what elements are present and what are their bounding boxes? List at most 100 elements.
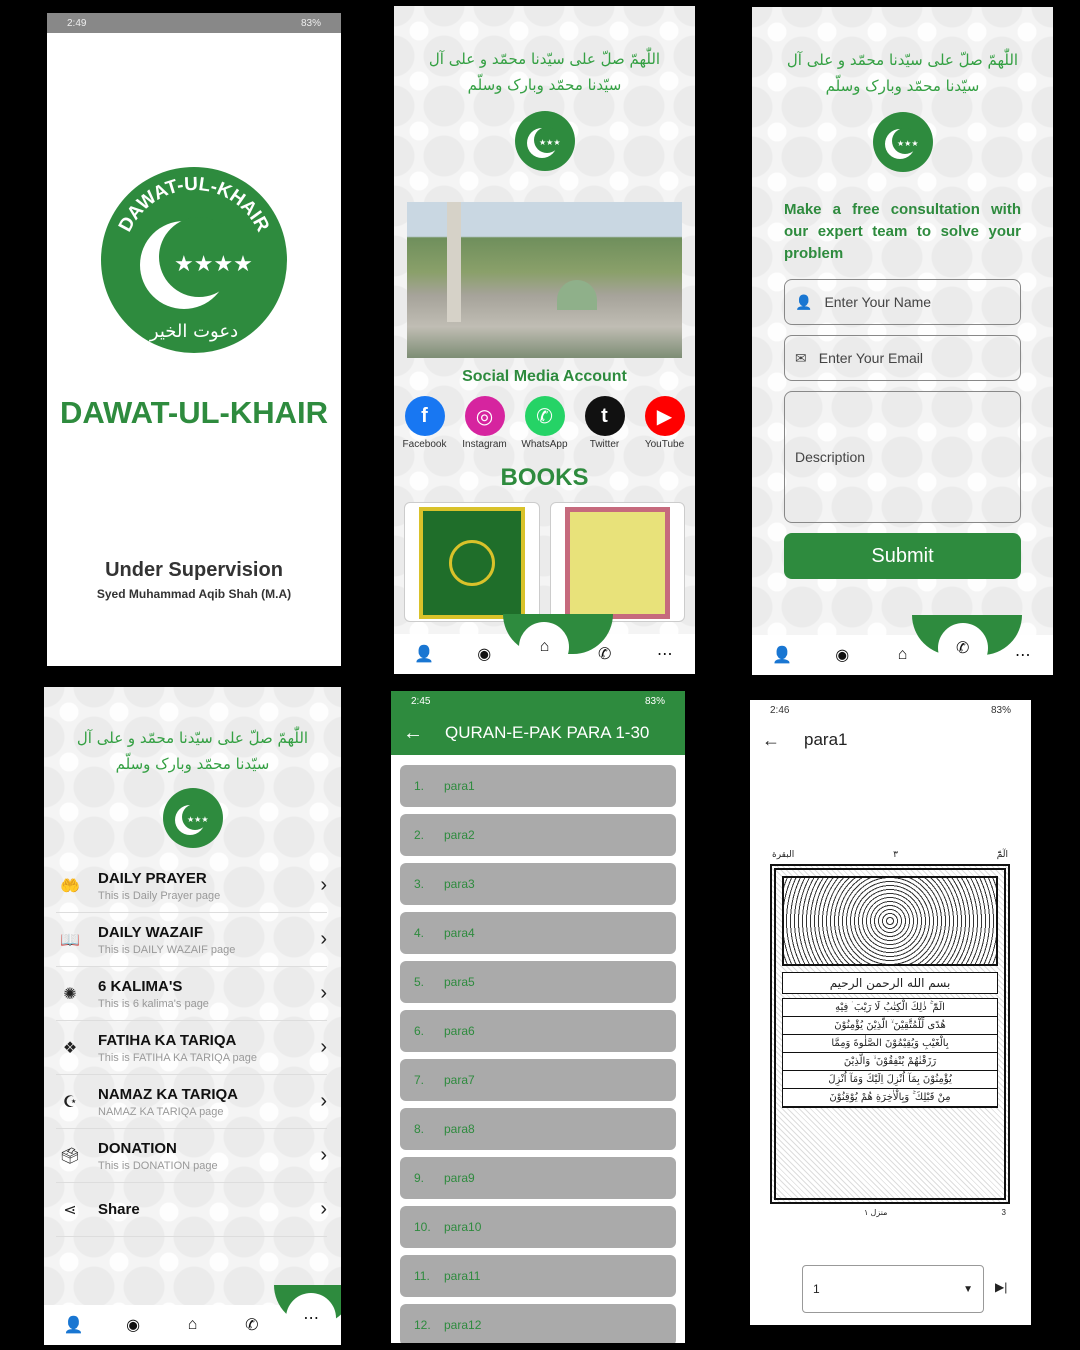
para-row[interactable]: 9. para9	[400, 1157, 676, 1199]
book-icon: 📖	[60, 931, 80, 949]
para-number: 6.	[414, 1024, 425, 1038]
para-row[interactable]: 12. para12	[400, 1304, 676, 1343]
para-row[interactable]: 1. para1	[400, 765, 676, 807]
menu-item-text: 6 KALIMA'S This is 6 kalima's page	[98, 978, 320, 1010]
para-row[interactable]: 8. para8	[400, 1108, 676, 1150]
status-bar: 2:46 83%	[750, 700, 1031, 720]
menu-item-donation[interactable]: 🗳 DONATION This is DONATION page ›	[56, 1129, 327, 1183]
para-row[interactable]: 2. para2	[400, 814, 676, 856]
menu-item-daily-wazaif[interactable]: 📖 DAILY WAZAIF This is DAILY WAZAIF page ›	[56, 913, 327, 967]
para-label: para6	[444, 1024, 475, 1038]
back-arrow-icon[interactable]: ←	[762, 730, 780, 751]
para-list: 1. para1 2. para2 3. para3 4. para4 5. para5 6. par…	[391, 755, 685, 1343]
home-icon[interactable]: ⌂	[519, 622, 570, 672]
back-arrow-icon[interactable]: ←	[403, 722, 423, 745]
book-card-quran[interactable]	[404, 502, 540, 622]
para-row[interactable]: 4. para4	[400, 912, 676, 954]
phone-icon[interactable]: ✆	[937, 623, 988, 673]
share-icon: ⋖	[63, 1201, 77, 1219]
svg-text:★★★: ★★★	[897, 139, 919, 148]
para-number: 8.	[414, 1122, 425, 1136]
social-twitter-button[interactable]: t Twitter	[580, 396, 630, 450]
social-row: f Facebook ◎ Instagram ✆ WhatsApp t Twitter ▶ You…	[394, 396, 695, 450]
profile-icon[interactable]: 👤	[768, 641, 796, 669]
menu-item-title: 6 KALIMA'S	[98, 977, 183, 995]
para-label: para10	[444, 1220, 482, 1234]
menu-item-fatiha-ka-tariqa[interactable]: ❖ FATIHA KA TARIQA This is FATIHA KA TARIQ…	[56, 1021, 327, 1075]
menu-item-text: Share	[98, 1201, 320, 1218]
para-row[interactable]: 3. para3	[400, 863, 676, 905]
ornament-header	[782, 876, 998, 966]
para-row[interactable]: 7. para7	[400, 1059, 676, 1101]
para-row[interactable]: 11. para11	[400, 1255, 676, 1297]
menu-screen: اللّٰهمّ صلّ علی سیّدنا محمّد و علی آل س…	[44, 687, 341, 1345]
camera-aperture-icon[interactable]: ◉	[119, 1311, 147, 1339]
status-time: 2:45	[411, 695, 431, 707]
menu-item-title: Share	[98, 1201, 140, 1218]
status-battery: 83%	[300, 17, 321, 29]
skip-to-end-icon[interactable]: ▶|	[995, 1280, 1007, 1294]
para-number: 5.	[414, 975, 425, 989]
camera-aperture-icon[interactable]: ◉	[828, 641, 856, 669]
phone-icon[interactable]: ✆	[238, 1311, 266, 1339]
status-battery: 83%	[990, 704, 1011, 716]
screen-title: QURAN-E-PAK PARA 1-30	[445, 723, 650, 742]
menu-item-subtitle: This is DONATION page	[98, 1159, 218, 1172]
menu-item-text: DAILY WAZAIF This is DAILY WAZAIF page	[98, 924, 320, 956]
para-label: para2	[444, 828, 475, 842]
menu-item-daily-prayer[interactable]: 🤲 DAILY PRAYER This is Daily Prayer page ›	[56, 859, 327, 913]
more-icon[interactable]: ⋯	[651, 640, 679, 668]
menu-item-6-kalima-s[interactable]: ✺ 6 KALIMA'S This is 6 kalima's page ›	[56, 967, 327, 1021]
chevron-right-icon: ›	[320, 1144, 327, 1166]
home-icon[interactable]: ⌂	[888, 641, 916, 669]
para-row[interactable]: 6. para6	[400, 1010, 676, 1052]
verse-line: يُؤْمِنُوْنَ بِمَآ اُنْزِلَ اِلَيْكَ وَم…	[783, 1071, 997, 1089]
home-icon[interactable]: ⌂	[178, 1311, 206, 1339]
para-row[interactable]: 5. para5	[400, 961, 676, 1003]
books-row	[404, 502, 685, 622]
social-facebook-button[interactable]: f Facebook	[400, 396, 450, 450]
social-whatsapp-button[interactable]: ✆ WhatsApp	[520, 396, 570, 450]
fatiha-icon: ❖	[62, 1039, 78, 1057]
instagram-icon: ◎	[464, 396, 505, 436]
profile-icon[interactable]: 👤	[410, 640, 438, 668]
para-row[interactable]: 10. para10	[400, 1206, 676, 1248]
page-select[interactable]: 1 ▼	[802, 1265, 984, 1313]
tumblr-icon: t	[584, 396, 625, 436]
camera-aperture-icon[interactable]: ◉	[470, 640, 498, 668]
menu-item-share[interactable]: ⋖ Share ›	[56, 1183, 327, 1237]
more-icon[interactable]: ⋯	[286, 1293, 337, 1343]
bottom-nav: 👤 ◉ ⌂ ✆ ⋯	[752, 615, 1053, 675]
menu-item-title: FATIHA KA TARIQA	[98, 1031, 237, 1049]
social-instagram-button[interactable]: ◎ Instagram	[460, 396, 510, 450]
screen-title: para1	[804, 730, 848, 749]
menu-item-title: DAILY PRAYER	[98, 869, 207, 887]
durood-text: اللّٰهمّ صلّ علی سیّدنا محمّد و علی آل س…	[428, 50, 661, 94]
status-time: 2:46	[770, 704, 790, 716]
para-label: para9	[444, 1171, 475, 1185]
more-icon[interactable]: ⋯	[1009, 641, 1037, 669]
social-youtube-button[interactable]: ▶ YouTube	[640, 396, 690, 450]
page-header-left: البقرة	[772, 850, 795, 860]
page-header-center: ٣	[893, 850, 898, 860]
menu-item-namaz-ka-tariqa[interactable]: ☪ NAMAZ KA TARIQA NAMAZ KA TARIQA page ›	[56, 1075, 327, 1129]
status-battery: 83%	[644, 695, 665, 707]
menu-item-title: DAILY WAZAIF	[98, 923, 204, 941]
name-field[interactable]: 👤 Enter Your Name	[784, 279, 1021, 325]
email-field[interactable]: ✉ Enter Your Email	[784, 335, 1021, 381]
verse-line: الٓمّٓ ۚ ذٰلِكَ الْكِتٰبُ لَا رَيْبَ ۛ ف…	[783, 999, 997, 1017]
prayer-hands-icon: 🤲	[60, 877, 80, 895]
description-field[interactable]: Description	[784, 391, 1021, 523]
youtube-icon: ▶	[644, 396, 685, 436]
menu-item-subtitle: This is FATIHA KA TARIQA page	[98, 1051, 257, 1064]
app-logo-small: ★★★	[514, 111, 575, 171]
chevron-right-icon: ›	[320, 928, 327, 950]
donation-box-icon: 🗳	[59, 1147, 81, 1165]
para-label: para11	[444, 1269, 481, 1283]
namaz-icon: ☪	[62, 1093, 78, 1111]
profile-icon[interactable]: 👤	[60, 1311, 88, 1339]
para-number: 7.	[414, 1073, 425, 1087]
submit-button[interactable]: Submit	[784, 533, 1021, 579]
book-card-second[interactable]	[549, 502, 685, 622]
para-number: 11.	[414, 1269, 430, 1283]
